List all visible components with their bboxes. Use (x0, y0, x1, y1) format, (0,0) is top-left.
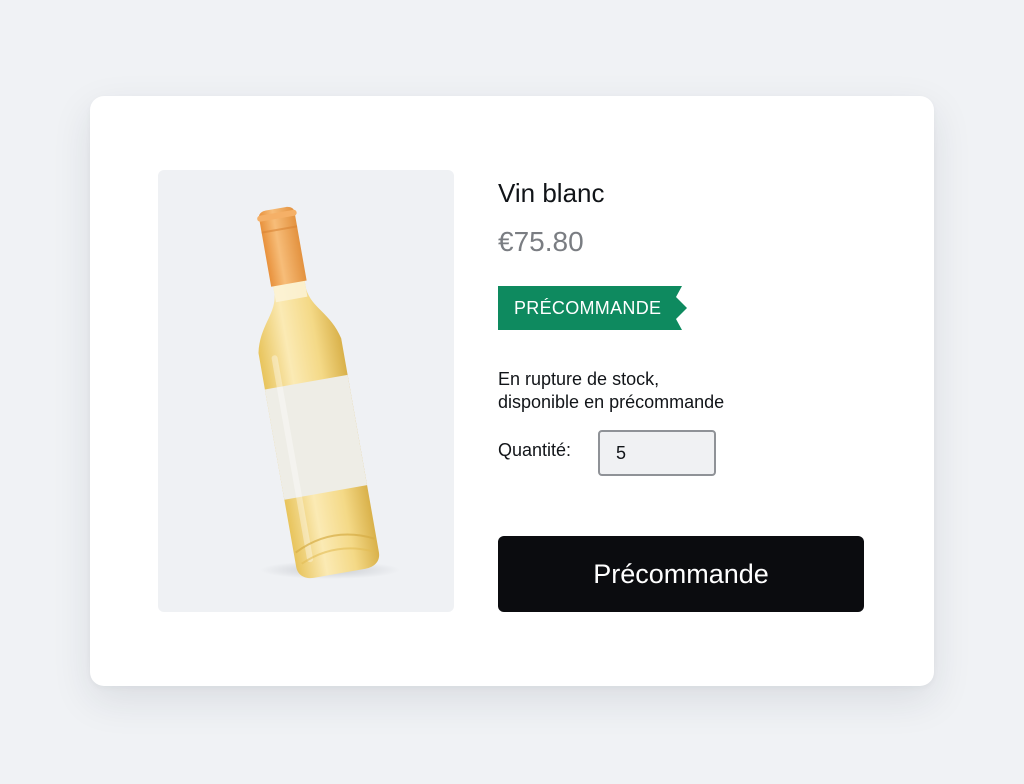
badge-label: PRÉCOMMANDE (514, 298, 662, 318)
stock-status-line-2: disponible en précommande (498, 392, 725, 412)
quantity-label: Quantité: (498, 440, 572, 460)
product-price: €75.80 (498, 226, 584, 257)
stock-status-line-1: En rupture de stock, (498, 369, 660, 389)
product-title: Vin blanc (498, 178, 605, 208)
product-card: Vin blanc €75.80 PRÉCOMMANDE En rupture … (90, 96, 934, 686)
preorder-button[interactable]: Précommande (498, 536, 864, 612)
quantity-input[interactable] (598, 430, 716, 476)
preorder-badge: PRÉCOMMANDE (498, 286, 688, 330)
product-image (158, 170, 454, 612)
wine-bottle-image (257, 206, 400, 579)
stock-status: En rupture de stock, disponible en préco… (498, 368, 724, 414)
